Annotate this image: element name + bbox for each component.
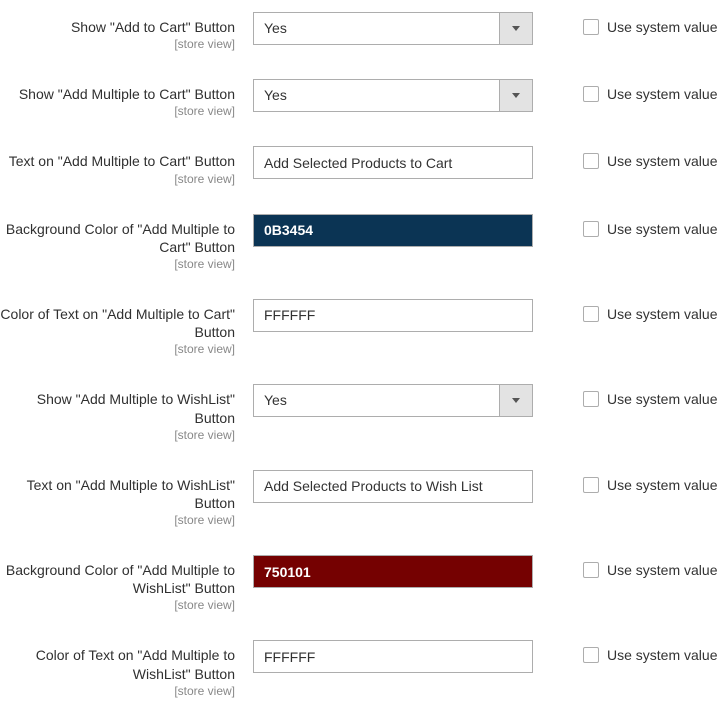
select-show-add-to-cart[interactable]: Yes — [253, 12, 533, 45]
config-row: Background Color of "Add Multiple to Wis… — [0, 555, 727, 612]
config-row: Background Color of "Add Multiple to Car… — [0, 214, 727, 271]
chevron-down-icon — [499, 13, 532, 44]
select-value: Yes — [254, 13, 499, 44]
text-add-multiple-to-wishlist[interactable] — [253, 470, 533, 503]
scope-label: [store view] — [0, 598, 235, 612]
use-system-checkbox[interactable] — [583, 306, 599, 322]
use-system-label: Use system value — [607, 477, 717, 493]
textcolor-add-multiple-to-cart[interactable] — [253, 299, 533, 332]
use-system-label: Use system value — [607, 153, 717, 169]
field-label: Show "Add Multiple to WishList" Button — [0, 390, 235, 426]
chevron-down-icon — [499, 385, 532, 416]
use-system-label: Use system value — [607, 221, 717, 237]
control-col: Yes — [253, 12, 533, 45]
config-row: Show "Add to Cart" Button [store view] Y… — [0, 12, 727, 51]
control-col — [253, 299, 533, 332]
field-label: Color of Text on "Add Multiple to Cart" … — [0, 305, 235, 341]
text-add-multiple-to-cart[interactable] — [253, 146, 533, 179]
config-row: Color of Text on "Add Multiple to Cart" … — [0, 299, 727, 356]
use-system-label: Use system value — [607, 562, 717, 578]
use-system-col: Use system value — [533, 79, 717, 102]
field-label: Background Color of "Add Multiple to Wis… — [0, 561, 235, 597]
chevron-down-icon — [499, 80, 532, 111]
field-label: Show "Add Multiple to Cart" Button — [0, 85, 235, 103]
textcolor-add-multiple-to-wishlist[interactable] — [253, 640, 533, 673]
use-system-checkbox[interactable] — [583, 562, 599, 578]
use-system-label: Use system value — [607, 86, 717, 102]
field-label: Color of Text on "Add Multiple to WishLi… — [0, 646, 235, 682]
label-col: Text on "Add Multiple to Cart" Button [s… — [0, 146, 253, 185]
label-col: Text on "Add Multiple to WishList" Butto… — [0, 470, 253, 527]
config-row: Show "Add Multiple to WishList" Button [… — [0, 384, 727, 441]
scope-label: [store view] — [0, 172, 235, 186]
select-value: Yes — [254, 80, 499, 111]
use-system-checkbox[interactable] — [583, 647, 599, 663]
select-value: Yes — [254, 385, 499, 416]
field-label: Show "Add to Cart" Button — [0, 18, 235, 36]
use-system-checkbox[interactable] — [583, 477, 599, 493]
use-system-col: Use system value — [533, 12, 717, 35]
control-col — [253, 555, 533, 588]
control-col: Yes — [253, 384, 533, 417]
use-system-col: Use system value — [533, 299, 717, 322]
use-system-checkbox[interactable] — [583, 221, 599, 237]
label-col: Show "Add Multiple to Cart" Button [stor… — [0, 79, 253, 118]
field-label: Text on "Add Multiple to WishList" Butto… — [0, 476, 235, 512]
use-system-checkbox[interactable] — [583, 19, 599, 35]
field-label: Text on "Add Multiple to Cart" Button — [0, 152, 235, 170]
use-system-label: Use system value — [607, 19, 717, 35]
use-system-col: Use system value — [533, 640, 717, 663]
label-col: Show "Add Multiple to WishList" Button [… — [0, 384, 253, 441]
control-col: Yes — [253, 79, 533, 112]
label-col: Show "Add to Cart" Button [store view] — [0, 12, 253, 51]
field-label: Background Color of "Add Multiple to Car… — [0, 220, 235, 256]
scope-label: [store view] — [0, 257, 235, 271]
use-system-col: Use system value — [533, 555, 717, 578]
label-col: Color of Text on "Add Multiple to Cart" … — [0, 299, 253, 356]
select-show-add-multiple-to-cart[interactable]: Yes — [253, 79, 533, 112]
label-col: Background Color of "Add Multiple to Wis… — [0, 555, 253, 612]
use-system-checkbox[interactable] — [583, 153, 599, 169]
scope-label: [store view] — [0, 684, 235, 698]
use-system-checkbox[interactable] — [583, 86, 599, 102]
use-system-label: Use system value — [607, 391, 717, 407]
scope-label: [store view] — [0, 428, 235, 442]
scope-label: [store view] — [0, 37, 235, 51]
config-row: Show "Add Multiple to Cart" Button [stor… — [0, 79, 727, 118]
control-col — [253, 470, 533, 503]
label-col: Color of Text on "Add Multiple to WishLi… — [0, 640, 253, 697]
use-system-label: Use system value — [607, 647, 717, 663]
use-system-label: Use system value — [607, 306, 717, 322]
use-system-col: Use system value — [533, 214, 717, 237]
config-row: Text on "Add Multiple to Cart" Button [s… — [0, 146, 727, 185]
use-system-checkbox[interactable] — [583, 391, 599, 407]
control-col — [253, 214, 533, 247]
scope-label: [store view] — [0, 342, 235, 356]
use-system-col: Use system value — [533, 470, 717, 493]
config-row: Text on "Add Multiple to WishList" Butto… — [0, 470, 727, 527]
use-system-col: Use system value — [533, 146, 717, 169]
config-row: Color of Text on "Add Multiple to WishLi… — [0, 640, 727, 697]
select-show-add-multiple-to-wishlist[interactable]: Yes — [253, 384, 533, 417]
scope-label: [store view] — [0, 104, 235, 118]
bgcolor-add-multiple-to-cart[interactable] — [253, 214, 533, 247]
bgcolor-add-multiple-to-wishlist[interactable] — [253, 555, 533, 588]
scope-label: [store view] — [0, 513, 235, 527]
control-col — [253, 146, 533, 179]
label-col: Background Color of "Add Multiple to Car… — [0, 214, 253, 271]
control-col — [253, 640, 533, 673]
use-system-col: Use system value — [533, 384, 717, 407]
